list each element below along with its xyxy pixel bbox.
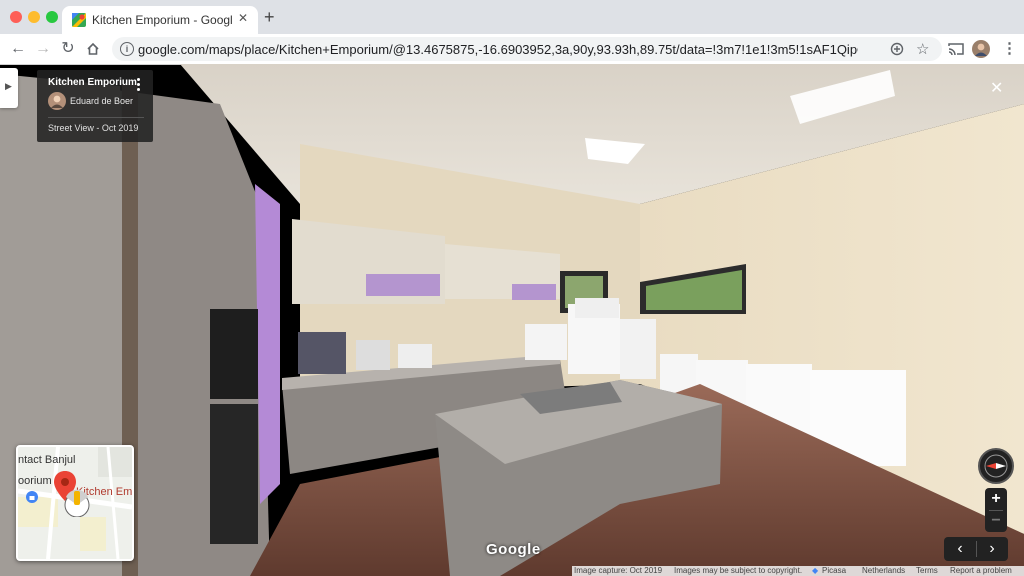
triangle-right-icon: ▶ <box>5 81 12 91</box>
capture-date: Street View - Oct 2019 <box>48 123 139 133</box>
zoom-in-button[interactable]: + <box>985 488 1007 510</box>
vertical-dots-icon[interactable]: ⋮ <box>1002 40 1017 58</box>
previous-photo-button[interactable]: ‹ <box>944 537 976 561</box>
author-name[interactable]: Eduard de Boer <box>70 96 133 106</box>
home-icon[interactable] <box>86 42 100 56</box>
copyright-notice: Images may be subject to copyright. <box>674 566 803 575</box>
forward-arrow-icon[interactable]: → <box>33 39 53 59</box>
vertical-dots-icon[interactable] <box>137 78 141 91</box>
google-logo: Google <box>486 541 541 558</box>
compass-icon <box>984 454 1008 478</box>
tab-google-maps[interactable]: Kitchen Emporium - Google Maps ✕ <box>62 6 258 34</box>
country-label[interactable]: Netherlands <box>862 566 905 576</box>
maximize-window-button[interactable] <box>46 11 58 23</box>
maps-favicon-icon <box>72 13 86 27</box>
minimize-window-button[interactable] <box>28 11 40 23</box>
street-view-info-card: Kitchen Emporium Eduard de Boer Street V… <box>37 70 153 142</box>
divider <box>48 117 144 118</box>
expand-panel-button[interactable]: ▶ <box>0 68 18 108</box>
star-icon[interactable]: ☆ <box>916 40 929 58</box>
profile-avatar[interactable] <box>972 40 990 58</box>
info-icon[interactable]: i <box>120 42 134 56</box>
minimap-label: oorium <box>18 475 52 487</box>
close-window-button[interactable] <box>10 11 22 23</box>
place-title[interactable]: Kitchen Emporium <box>48 77 137 88</box>
attribution-footer: Image capture: Oct 2019 Images may be su… <box>572 566 1024 576</box>
picasa-icon: ◆ <box>812 566 819 575</box>
url-text: google.com/maps/place/Kitchen+Emporium/@… <box>138 42 858 57</box>
picasa-link[interactable]: Picasa <box>822 566 846 576</box>
browser-toolbar: ← → ↻ i google.com/maps/place/Kitchen+Em… <box>0 34 1024 65</box>
cast-icon[interactable] <box>948 42 964 56</box>
pegman-icon[interactable] <box>62 487 92 517</box>
close-icon[interactable]: ✕ <box>990 78 1003 98</box>
back-arrow-icon[interactable]: ← <box>8 39 28 59</box>
zoom-control: + − <box>985 488 1007 532</box>
minimap[interactable]: ntact Banjul oorium Kitchen Em <box>16 445 134 561</box>
minimap-label: ntact Banjul <box>18 454 76 466</box>
author-avatar[interactable] <box>48 92 66 110</box>
photo-navigation: ‹ › <box>944 537 1008 561</box>
capture-date-label: Image capture: Oct 2019 <box>574 566 663 575</box>
compass-control[interactable] <box>978 448 1014 484</box>
address-bar[interactable]: i google.com/maps/place/Kitchen+Emporium… <box>112 37 942 61</box>
tab-close-icon[interactable]: ✕ <box>238 11 248 25</box>
tab-title: Kitchen Emporium - Google Maps <box>92 13 232 27</box>
tab-strip: Kitchen Emporium - Google Maps ✕ + <box>0 0 1024 34</box>
zoom-out-button[interactable]: − <box>985 510 1007 532</box>
street-view-panorama[interactable]: ▶ ✕ <box>0 64 1024 576</box>
shopping-bag-icon <box>26 491 38 503</box>
report-problem-link[interactable]: Report a problem <box>950 566 1012 576</box>
reload-icon[interactable]: ↻ <box>58 39 78 59</box>
next-photo-button[interactable]: › <box>976 537 1008 561</box>
new-tab-button[interactable]: + <box>264 8 275 26</box>
kitchen-panorama-image <box>0 64 1024 576</box>
terms-link[interactable]: Terms <box>916 566 938 576</box>
add-circle-icon[interactable] <box>890 42 904 56</box>
